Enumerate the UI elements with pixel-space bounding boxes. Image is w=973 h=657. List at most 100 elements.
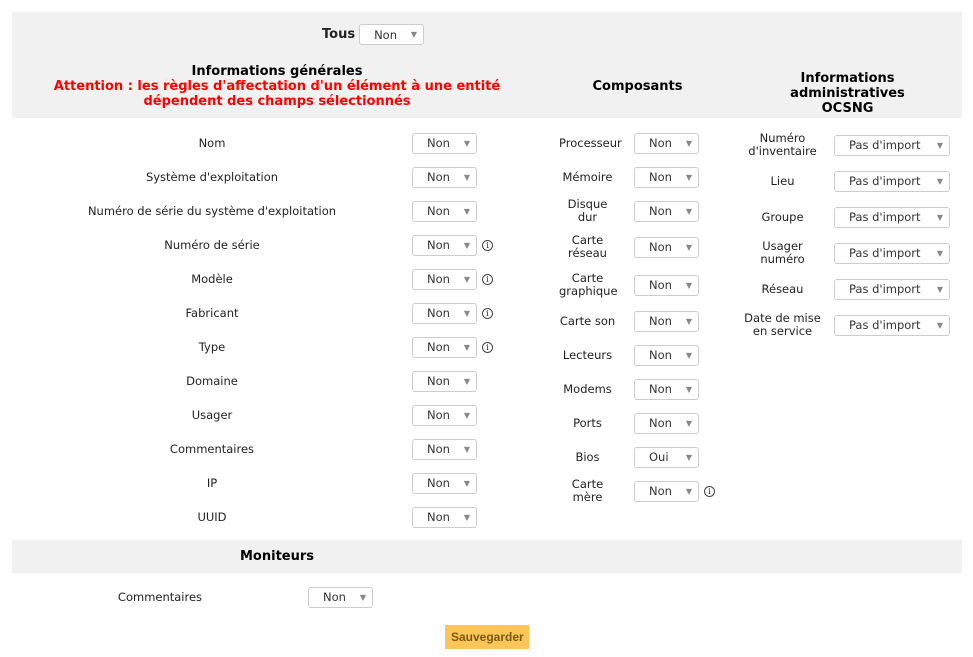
field-row: Carte mère Non ▼ i bbox=[545, 474, 735, 508]
select-value: Non bbox=[427, 238, 450, 252]
select-value: Non bbox=[427, 204, 450, 218]
field-select[interactable]: Non ▼ bbox=[412, 200, 477, 222]
field-select[interactable]: Pas d'import ▼ bbox=[834, 314, 950, 336]
chevron-down-icon: ▼ bbox=[463, 376, 470, 386]
field-row: Domaine Non ▼ bbox=[12, 364, 512, 398]
select-value: Non bbox=[649, 278, 672, 292]
chevron-down-icon: ▼ bbox=[685, 242, 692, 252]
field-label: Numéro d'inventaire bbox=[748, 131, 817, 158]
field-label: Carte réseau bbox=[568, 233, 607, 260]
field-select[interactable]: Pas d'import ▼ bbox=[834, 170, 950, 192]
field-label: Lecteurs bbox=[562, 347, 613, 362]
component-fields: Processeur Non ▼ Mémoire Non ▼ Disque dur Non ▼ C… bbox=[545, 126, 735, 508]
field-row: Commentaires Non ▼ bbox=[12, 432, 512, 466]
select-value: Non bbox=[427, 136, 450, 150]
field-select[interactable]: Non ▼ bbox=[634, 378, 699, 400]
info-icon[interactable]: i bbox=[482, 307, 493, 319]
field-select[interactable]: Pas d'import ▼ bbox=[834, 278, 950, 300]
chevron-down-icon: ▼ bbox=[463, 172, 470, 182]
chevron-down-icon: ▼ bbox=[463, 410, 470, 420]
field-select[interactable]: Non ▼ bbox=[412, 336, 477, 358]
select-value: Pas d'import bbox=[849, 210, 921, 224]
field-select[interactable]: Non ▼ bbox=[412, 268, 477, 290]
field-select[interactable]: Non ▼ bbox=[634, 132, 699, 154]
field-row: Carte réseau Non ▼ bbox=[545, 228, 735, 266]
tous-row: Tous Non ▼ bbox=[322, 24, 425, 45]
select-value: Non bbox=[427, 476, 450, 490]
field-row: Date de mise en service Pas d'import ▼ bbox=[735, 307, 955, 343]
field-select[interactable]: Non ▼ bbox=[634, 412, 699, 434]
chevron-down-icon: ▼ bbox=[936, 140, 943, 150]
field-select[interactable]: Non ▼ bbox=[412, 438, 477, 460]
field-row: Nom Non ▼ bbox=[12, 126, 512, 160]
save-button[interactable]: Sauvegarder bbox=[445, 625, 529, 649]
field-label: Usager numéro bbox=[760, 239, 805, 266]
select-value: Non bbox=[427, 442, 450, 456]
info-icon[interactable]: i bbox=[704, 485, 715, 497]
field-label: Carte mère bbox=[571, 477, 604, 504]
field-select[interactable]: Non ▼ bbox=[412, 370, 477, 392]
chevron-down-icon: ▼ bbox=[463, 444, 470, 454]
field-row: Lecteurs Non ▼ bbox=[545, 338, 735, 372]
field-select[interactable]: Non ▼ bbox=[634, 480, 699, 502]
field-select[interactable]: Non ▼ bbox=[412, 506, 477, 528]
field-label: Date de mise en service bbox=[744, 311, 821, 338]
field-label: Type bbox=[198, 339, 226, 354]
field-label: Mémoire bbox=[562, 169, 613, 184]
field-select[interactable]: Non ▼ bbox=[308, 586, 373, 608]
field-select[interactable]: Non ▼ bbox=[634, 200, 699, 222]
select-value: Non bbox=[649, 416, 672, 430]
field-row: IP Non ▼ bbox=[12, 466, 512, 500]
tous-select[interactable]: Non ▼ bbox=[359, 24, 425, 45]
chevron-down-icon: ▼ bbox=[685, 350, 692, 360]
field-row: Fabricant Non ▼ i bbox=[12, 296, 512, 330]
info-icon[interactable]: i bbox=[482, 341, 493, 353]
field-row: Système d'exploitation Non ▼ bbox=[12, 160, 512, 194]
field-label: Modems bbox=[563, 381, 612, 396]
general-title: Informations générales bbox=[191, 64, 363, 79]
chevron-down-icon: ▼ bbox=[410, 30, 418, 39]
field-select[interactable]: Pas d'import ▼ bbox=[834, 242, 950, 264]
field-select[interactable]: Non ▼ bbox=[634, 274, 699, 296]
field-row: Modèle Non ▼ i bbox=[12, 262, 512, 296]
chevron-down-icon: ▼ bbox=[936, 212, 943, 222]
info-icon[interactable]: i bbox=[482, 239, 493, 251]
chevron-down-icon: ▼ bbox=[685, 316, 692, 326]
field-label: Disque dur bbox=[567, 197, 608, 224]
select-value: Non bbox=[649, 204, 672, 218]
field-select[interactable]: Non ▼ bbox=[634, 310, 699, 332]
select-value: Non bbox=[649, 170, 672, 184]
select-value: Non bbox=[649, 240, 672, 254]
chevron-down-icon: ▼ bbox=[936, 320, 943, 330]
field-row: Modems Non ▼ bbox=[545, 372, 735, 406]
select-value: Non bbox=[649, 382, 672, 396]
warning-text: Attention : les règles d'affectation d'u… bbox=[53, 79, 501, 109]
field-select[interactable]: Non ▼ bbox=[412, 404, 477, 426]
field-label: Modèle bbox=[191, 271, 233, 286]
field-select[interactable]: Pas d'import ▼ bbox=[834, 134, 950, 156]
field-row: Lieu Pas d'import ▼ bbox=[735, 163, 955, 199]
info-icon[interactable]: i bbox=[482, 273, 493, 285]
field-select[interactable]: Non ▼ bbox=[412, 166, 477, 188]
chevron-down-icon: ▼ bbox=[463, 206, 470, 216]
field-select[interactable]: Non ▼ bbox=[634, 344, 699, 366]
select-value: Non bbox=[649, 314, 672, 328]
chevron-down-icon: ▼ bbox=[685, 138, 692, 148]
admin-title: Informations administratives OCSNG bbox=[790, 71, 905, 116]
components-title: Composants bbox=[592, 79, 683, 94]
field-select[interactable]: Non ▼ bbox=[412, 234, 477, 256]
field-select[interactable]: Non ▼ bbox=[412, 132, 477, 154]
field-select[interactable]: Non ▼ bbox=[412, 302, 477, 324]
field-select[interactable]: Non ▼ bbox=[412, 472, 477, 494]
select-value: Oui bbox=[649, 450, 669, 464]
field-select[interactable]: Non ▼ bbox=[634, 166, 699, 188]
field-label: Numéro de série du système d'exploitatio… bbox=[87, 203, 337, 218]
field-select[interactable]: Oui ▼ bbox=[634, 446, 699, 468]
chevron-down-icon: ▼ bbox=[936, 284, 943, 294]
monitors-title: Moniteurs bbox=[239, 549, 314, 564]
monitor-fields: Commentaires Non ▼ bbox=[12, 580, 412, 614]
field-select[interactable]: Non ▼ bbox=[634, 236, 699, 258]
field-label: Commentaires bbox=[117, 589, 203, 604]
field-select[interactable]: Pas d'import ▼ bbox=[834, 206, 950, 228]
chevron-down-icon: ▼ bbox=[685, 172, 692, 182]
